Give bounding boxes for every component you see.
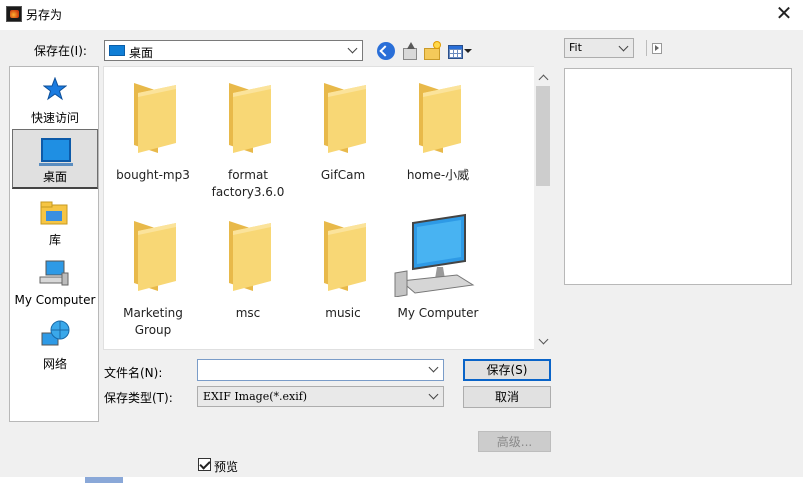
star-icon (42, 76, 68, 101)
folder-icon (223, 81, 273, 157)
desktop-icon (109, 45, 125, 56)
filetype-label: 保存类型(T): (104, 391, 173, 405)
file-list-scrollbar[interactable] (534, 66, 552, 350)
folder-icon (318, 81, 368, 157)
place-label: 库 (48, 233, 61, 247)
save-in-dropdown[interactable]: 桌面 (104, 40, 363, 61)
fit-value: Fit (569, 41, 582, 54)
file-name: GifCam (320, 168, 366, 182)
file-item[interactable]: My Computer (393, 209, 483, 329)
title-bar: 另存为 ✕ (0, 0, 803, 30)
cancel-button[interactable]: 取消 (463, 386, 551, 408)
place-label: My Computer (14, 293, 96, 307)
new-folder-icon[interactable] (423, 42, 441, 60)
file-item[interactable]: msc (203, 209, 293, 329)
place-library[interactable]: 库 (12, 193, 98, 253)
desktop-icon (39, 138, 73, 166)
file-name: Marketing Group (123, 306, 183, 337)
view-menu-icon[interactable] (447, 42, 473, 60)
computer-icon (393, 213, 483, 298)
save-in-label: 保存在(I): (34, 44, 87, 58)
chevron-down-icon (619, 42, 629, 52)
preview-label: 预览 (214, 460, 239, 474)
close-button[interactable]: ✕ (771, 2, 797, 24)
scrollbar-thumb[interactable] (536, 86, 550, 186)
place-network[interactable]: 网络 (12, 317, 98, 377)
play-icon[interactable] (646, 40, 662, 56)
back-icon[interactable] (377, 42, 395, 60)
fit-dropdown[interactable]: Fit (564, 38, 634, 58)
save-button[interactable]: 保存(S) (463, 359, 551, 381)
chevron-down-icon (429, 390, 439, 400)
places-bar: 快速访问 桌面 库 My Computer 网络 (9, 66, 99, 422)
filename-label: 文件名(N): (104, 366, 163, 380)
filetype-dropdown[interactable]: EXIF Image(*.exif) (197, 386, 444, 407)
up-folder-icon[interactable] (400, 42, 418, 60)
place-my-computer[interactable]: My Computer (12, 255, 98, 315)
file-item[interactable]: music (298, 209, 388, 329)
network-icon (40, 319, 70, 349)
place-label: 快速访问 (30, 111, 79, 125)
folder-icon (128, 219, 178, 295)
place-label: 网络 (42, 357, 67, 371)
advanced-button[interactable]: 高级... (478, 431, 551, 452)
window-title: 另存为 (26, 8, 63, 22)
file-list-view[interactable]: bought-mp3 format factory3.6.0 GifCam ho… (103, 66, 552, 350)
place-desktop[interactable]: 桌面 (12, 129, 98, 189)
file-name: My Computer (397, 306, 479, 320)
taskbar-edge (0, 477, 803, 483)
file-item[interactable]: bought-mp3 (108, 71, 198, 191)
file-name: format factory3.6.0 (211, 168, 285, 199)
save-in-value: 桌面 (129, 46, 154, 60)
chevron-down-icon (348, 44, 358, 54)
place-quick-access[interactable]: 快速访问 (12, 71, 98, 131)
file-item[interactable]: Marketing Group (108, 209, 198, 337)
folder-icon (318, 219, 368, 295)
scroll-up-icon[interactable] (538, 72, 548, 82)
folder-icon (128, 81, 178, 157)
file-item[interactable]: home-小威 (393, 71, 483, 191)
scroll-down-icon[interactable] (538, 336, 548, 346)
computer-icon (38, 259, 70, 287)
chevron-down-icon[interactable] (429, 363, 439, 373)
file-name: bought-mp3 (116, 168, 190, 182)
app-icon (6, 6, 22, 22)
preview-checkbox[interactable] (198, 458, 211, 471)
place-label: 桌面 (42, 170, 67, 184)
file-name: home-小威 (406, 168, 470, 182)
file-name: music (325, 306, 361, 320)
filename-input[interactable] (197, 359, 444, 381)
folder-icon (223, 219, 273, 295)
preview-pane (564, 68, 792, 285)
folder-icon (413, 81, 463, 157)
filetype-value: EXIF Image(*.exif) (203, 390, 308, 403)
file-item[interactable]: GifCam (298, 71, 388, 191)
library-icon (40, 199, 68, 225)
file-name: msc (235, 306, 261, 320)
file-item[interactable]: format factory3.6.0 (203, 71, 293, 199)
